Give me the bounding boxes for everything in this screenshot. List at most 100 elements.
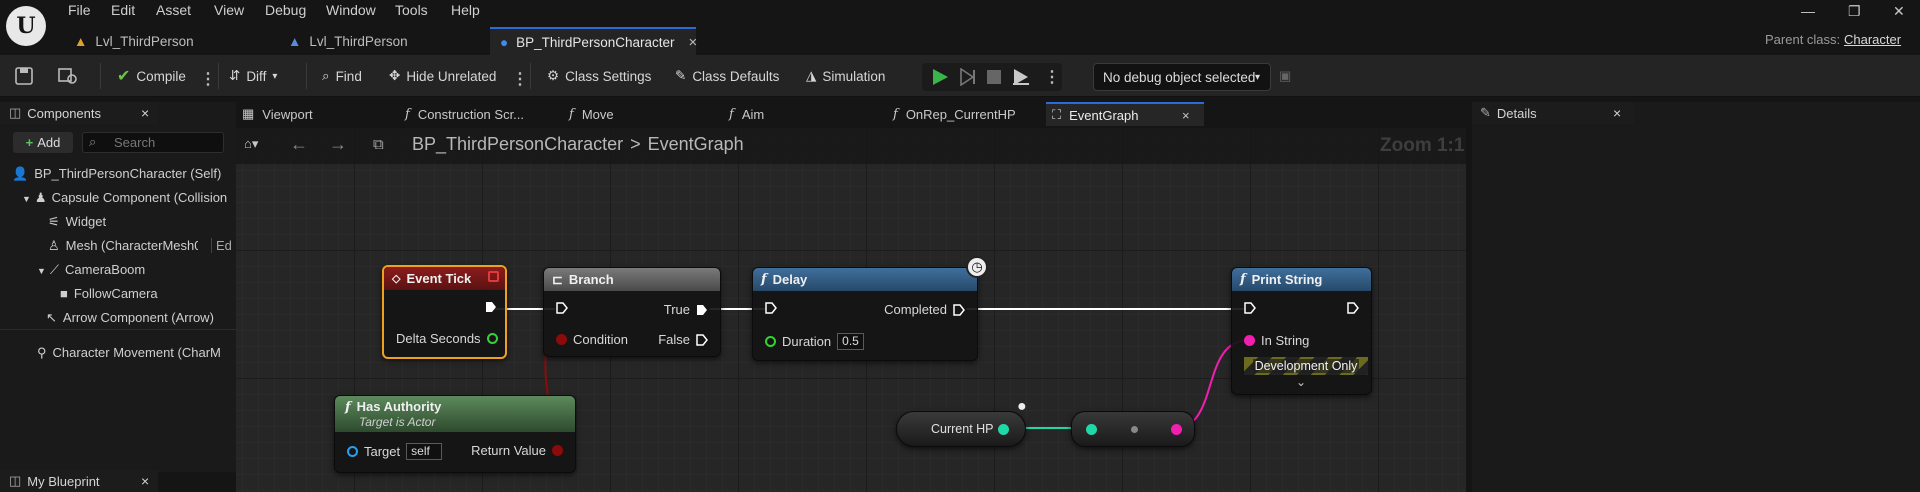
delta-seconds-pin[interactable]: Delta Seconds [396,331,498,346]
expand-chevron-icon[interactable]: ⌄ [1296,375,1306,389]
restore-icon[interactable]: ❐ [1848,3,1861,20]
return-value-pin[interactable]: Return Value [471,443,563,458]
zoom-label: Zoom 1:1 [1380,135,1465,156]
step-into-icon[interactable] [959,67,977,89]
int-pin-icon[interactable] [998,424,1009,435]
duration-pin[interactable]: Duration 0.5 [765,333,864,350]
home-icon[interactable]: ⌂▾ [244,136,258,152]
simulation-button[interactable]: ◮ Simulation [806,64,885,88]
tab-viewport[interactable]: ▦ Viewport [242,102,313,126]
mesh-icon: ♙ [48,238,60,253]
compile-options-icon[interactable]: ⋮ [200,69,216,89]
hierarchy-icon[interactable]: ⧉ [373,136,384,153]
close-icon[interactable]: × [1182,108,1190,123]
target-value-input[interactable]: self [406,443,443,460]
tab-move[interactable]: f Move [569,102,614,126]
node-title: Print String [1251,272,1323,287]
components-icon: ◫ [9,105,22,120]
true-pin[interactable]: True [664,302,708,317]
float-pin-icon [765,336,776,347]
parent-class-link[interactable]: Character [1844,32,1901,47]
close-icon[interactable]: × [141,473,149,489]
tree-item-self[interactable]: 👤 BP_ThirdPersonCharacter (Self) [12,166,236,182]
back-arrow-icon[interactable]: ← [290,134,308,155]
breadcrumb-separator: > [630,134,641,154]
possess-icon[interactable] [1012,68,1030,89]
components-search-input[interactable]: ⌕ Search [82,132,224,153]
false-pin[interactable]: False [658,332,708,347]
unreal-logo-icon[interactable]: U [6,6,46,46]
debug-object-select[interactable]: No debug object selected ▾ [1093,63,1271,91]
forward-arrow-icon[interactable]: → [329,134,347,155]
menu-file[interactable]: File [68,2,91,22]
tab-level-2[interactable]: ▲ Lvl_ThirdPerson [278,27,486,55]
exec-in-pin[interactable] [765,302,777,314]
close-icon[interactable]: × [1613,105,1621,121]
tree-item-cameraboom[interactable]: ▼ ⟋ CameraBoom [37,262,145,278]
int-pin-icon[interactable] [1086,424,1097,435]
exec-in-pin[interactable] [1244,302,1256,314]
dev-only-label: Development Only [1252,359,1360,373]
tree-item-widget[interactable]: ⚟ Widget [48,214,106,230]
close-icon[interactable]: × [141,105,149,121]
tab-label: OnRep_CurrentHP [905,106,1016,122]
condition-pin[interactable]: Condition [556,332,628,347]
tab-bp-third-person-character[interactable]: ● BP_ThirdPersonCharacter × [490,27,697,55]
branch-node[interactable]: ⊏ Branch True Condition False [543,267,721,357]
breakpoint-icon[interactable] [488,271,499,282]
tree-item-character-movement[interactable]: ⚲ Character Movement (CharM [37,345,236,361]
play-icon[interactable] [931,68,949,89]
delay-node[interactable]: f Delay Completed Duration 0.5 [752,267,978,361]
menu-view[interactable]: View [214,2,244,22]
in-string-pin[interactable]: In String [1244,333,1309,348]
menu-help[interactable]: Help [451,2,480,22]
exec-in-pin[interactable] [556,302,568,314]
completed-pin[interactable]: Completed [884,302,965,317]
menu-asset[interactable]: Asset [156,2,191,22]
class-settings-button[interactable]: ⚙ Class Settings [547,64,651,88]
tab-aim[interactable]: f Aim [729,102,764,126]
menu-window[interactable]: Window [326,2,376,22]
add-component-button[interactable]: + Add [13,132,73,153]
save-icon[interactable] [15,67,33,88]
debug-browse-icon[interactable]: ▣ [1279,68,1291,84]
menu-debug[interactable]: Debug [265,2,306,22]
menu-tools[interactable]: Tools [395,2,428,22]
compile-button[interactable]: ✔ Compile [117,64,186,88]
close-window-icon[interactable]: ✕ [1893,3,1905,20]
diff-button[interactable]: ⇵ Diff ▾ [229,64,277,88]
class-defaults-button[interactable]: ✎ Class Defaults [675,64,779,88]
print-string-node[interactable]: f Print String In String Development Onl… [1231,267,1372,395]
menu-edit[interactable]: Edit [111,2,135,22]
play-options-icon[interactable]: ⋮ [1044,67,1060,87]
exec-out-pin[interactable] [485,301,497,313]
hide-unrelated-button[interactable]: ✥ Hide Unrelated [389,64,496,88]
current-hp-variable-node[interactable]: Current HP [896,411,1026,447]
tab-eventgraph[interactable]: ⛶ EventGraph × [1046,102,1204,126]
components-header: ◫ Components × [0,102,158,124]
has-authority-node[interactable]: f Has Authority Target is Actor Target sel… [334,395,576,473]
string-pin-icon[interactable] [1171,424,1182,435]
exec-out-pin[interactable] [1347,302,1359,314]
stop-icon[interactable] [986,69,1002,88]
minimize-icon[interactable]: — [1801,3,1815,19]
breadcrumb-blueprint[interactable]: BP_ThirdPersonCharacter [412,134,623,155]
int-to-string-conversion-node[interactable] [1071,411,1195,447]
tab-onrep-currenthp[interactable]: f OnRep_CurrentHP [893,102,1016,126]
tree-item-mesh[interactable]: ♙ Mesh (CharacterMesh0) [48,238,198,254]
tree-item-capsule[interactable]: ▼ ♟ Capsule Component (Collision [22,190,236,206]
find-button[interactable]: ⌕ Find [322,64,362,88]
tab-level-1[interactable]: ▲ Lvl_ThirdPerson [64,27,272,55]
close-icon[interactable]: × [688,34,697,51]
edit-mesh-link[interactable]: Ed [211,238,236,253]
browse-icon[interactable] [58,67,78,88]
tree-item-arrow[interactable]: ↖ Arrow Component (Arrow) [46,310,214,326]
tree-item-followcamera[interactable]: ■ FollowCamera [60,286,158,301]
tab-construction-script[interactable]: f Construction Scr... [405,102,524,126]
duration-value-input[interactable]: 0.5 [837,333,864,350]
search-placeholder: Search [114,135,156,150]
find-options-icon[interactable]: ⋮ [512,69,528,89]
breadcrumb-graph[interactable]: EventGraph [648,134,744,155]
target-pin[interactable]: Target self [347,443,443,460]
event-tick-node[interactable]: ◇ Event Tick Delta Seconds [382,265,507,359]
